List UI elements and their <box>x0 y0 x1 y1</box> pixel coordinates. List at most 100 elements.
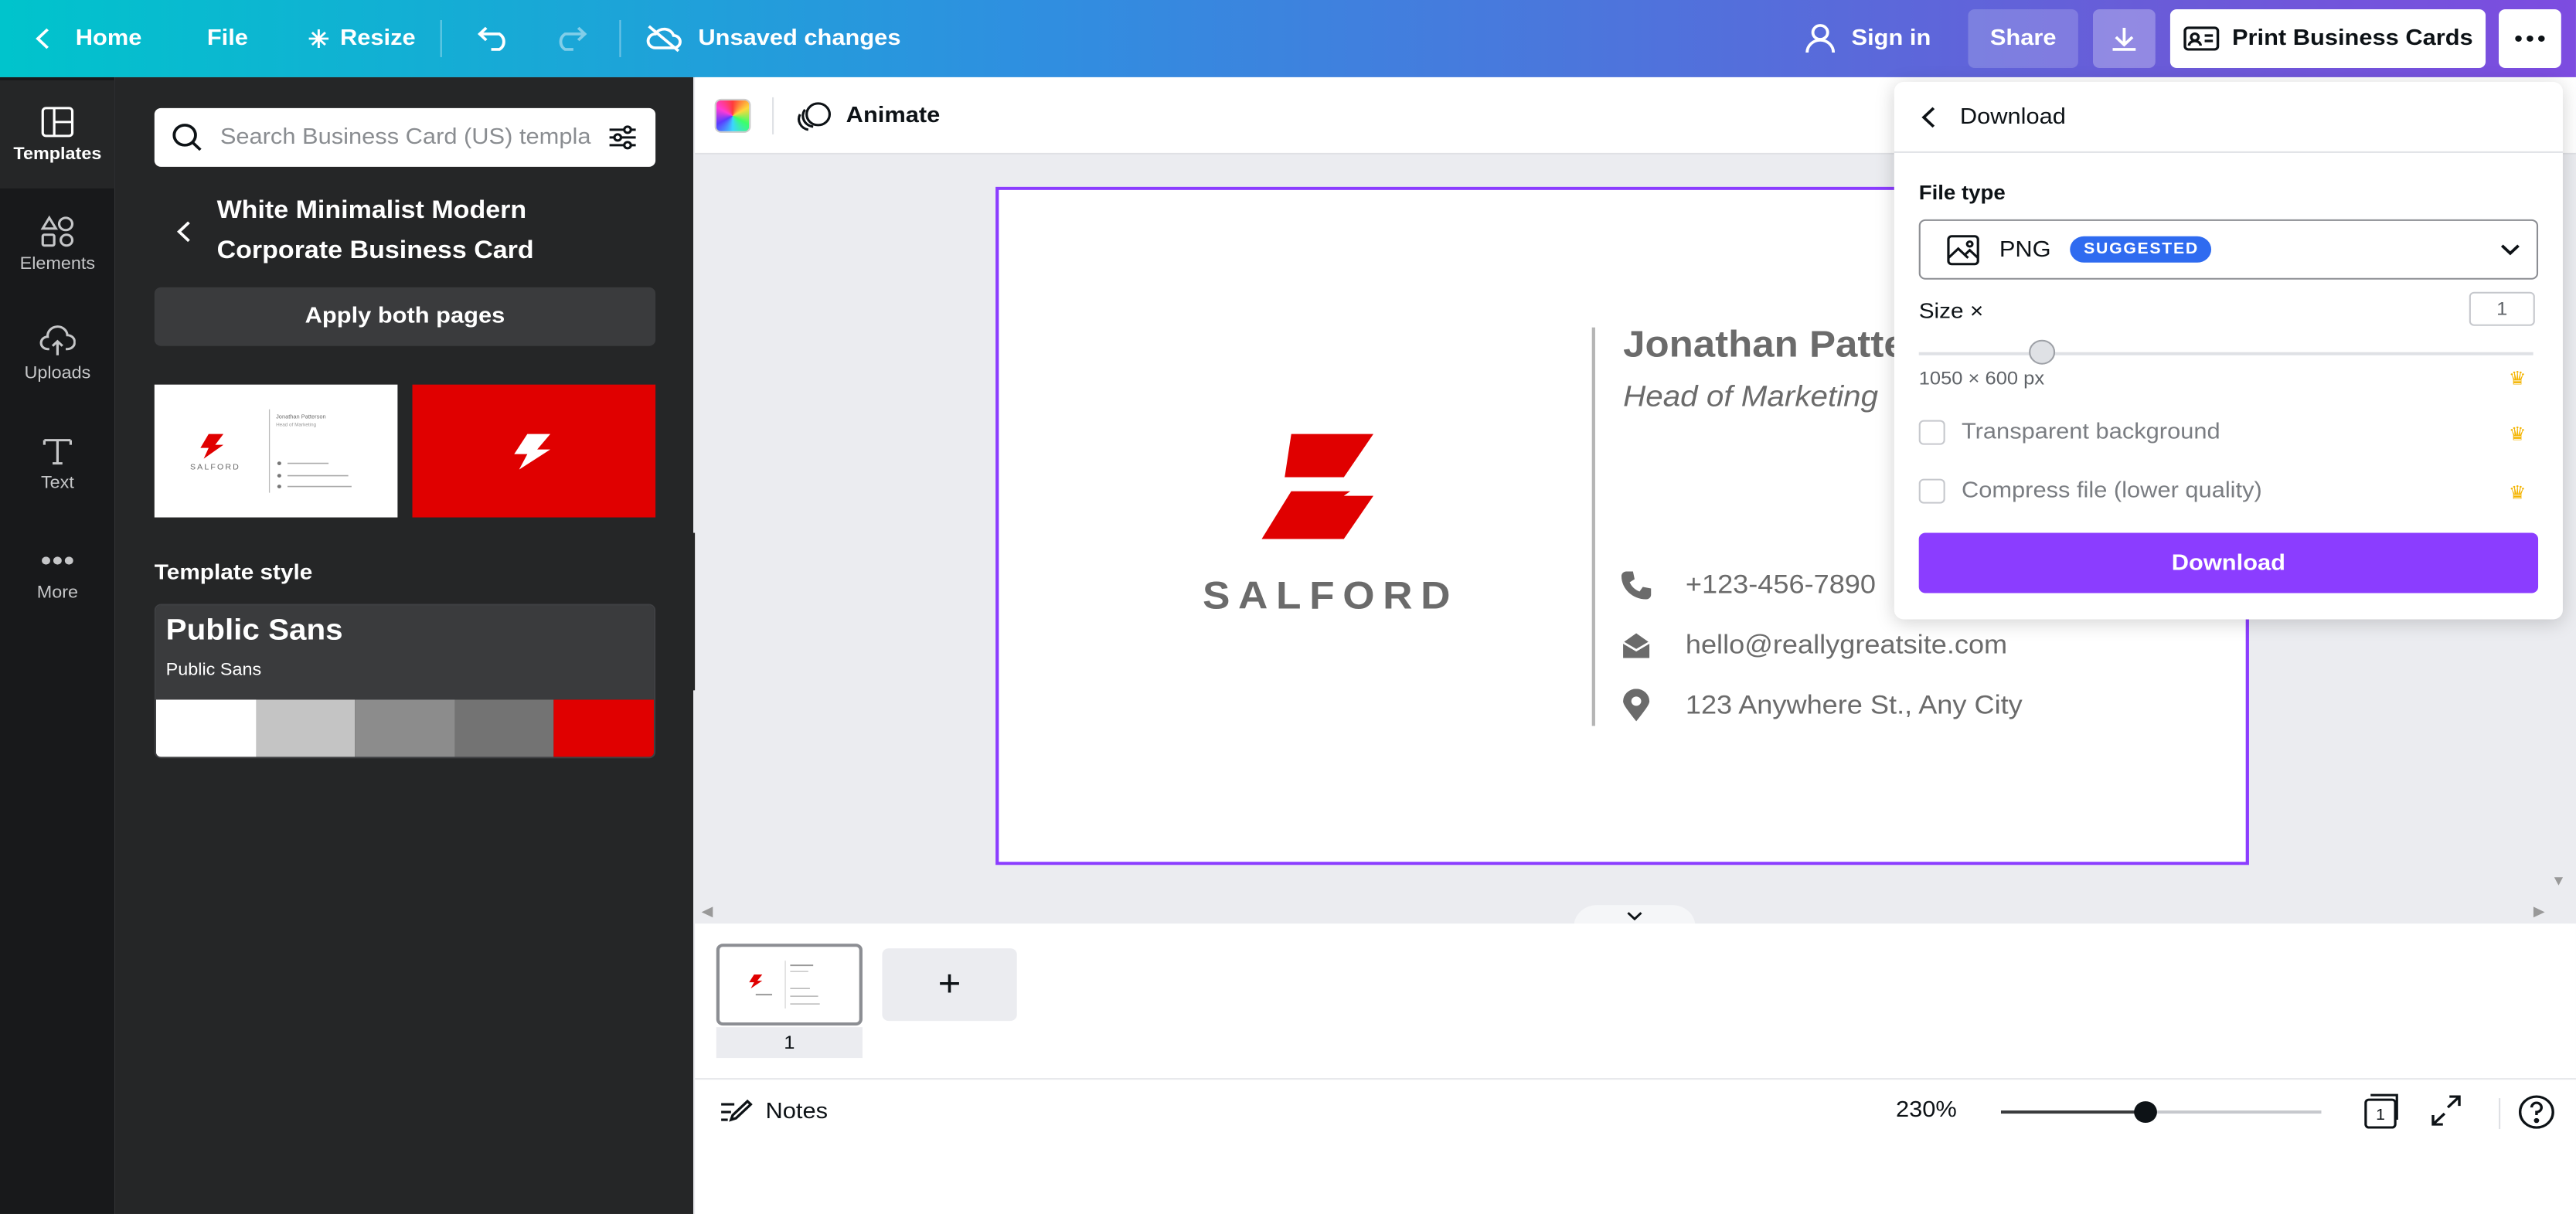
size-label: Size × <box>1918 298 1984 323</box>
template-header: White Minimalist Modern Corporate Busine… <box>155 189 655 275</box>
sparkle-icon <box>308 29 329 48</box>
home-button[interactable]: Home <box>33 0 142 77</box>
rail-elements[interactable]: Elements <box>0 190 115 298</box>
transparent-background-checkbox[interactable] <box>1918 420 1945 445</box>
save-status[interactable]: Unsaved changes <box>645 0 900 77</box>
color-palette <box>155 699 654 757</box>
card-role[interactable]: Head of Marketing <box>1623 382 1878 416</box>
compress-file-option[interactable]: Compress file (lower quality) <box>1918 478 2262 504</box>
page-count-button[interactable]: 1 <box>2360 1090 2400 1138</box>
page-number: 1 <box>716 1027 863 1059</box>
file-type-value: PNG <box>1999 236 2051 262</box>
user-icon <box>1805 24 1836 53</box>
zoom-slider-fill <box>2000 1110 2146 1114</box>
cloud-off-icon <box>646 25 682 53</box>
page-thumbnail[interactable] <box>716 944 863 1026</box>
share-label: Share <box>1989 26 2057 51</box>
chevron-down-icon <box>2500 243 2520 255</box>
more-options-button[interactable] <box>2499 9 2561 68</box>
color-swatch[interactable] <box>155 699 256 757</box>
location-pin-icon <box>1623 689 1650 722</box>
transparent-background-option[interactable]: Transparent background <box>1918 420 2220 445</box>
sign-in-button[interactable]: Sign in <box>1805 0 1931 77</box>
print-business-cards-button[interactable]: Print Business Cards <box>2169 9 2486 68</box>
rail-templates[interactable]: Templates <box>0 80 115 189</box>
template-search[interactable]: Search Business Card (US) templa <box>154 107 656 167</box>
more-icon <box>42 556 73 565</box>
color-swatch[interactable] <box>355 699 455 757</box>
contact-address[interactable]: 123 Anywhere St., Any City <box>1620 689 2023 723</box>
apply-both-pages-button[interactable]: Apply both pages <box>154 287 656 346</box>
notes-icon <box>721 1099 753 1122</box>
mail-icon <box>1622 633 1650 658</box>
salford-logo-icon[interactable] <box>1258 433 1376 541</box>
style-subheading: Public Sans <box>165 661 262 680</box>
file-menu[interactable]: File <box>207 0 248 77</box>
top-bar: Home File Resize Unsaved changes Sign in… <box>0 0 2576 77</box>
download-toolbar-button[interactable] <box>2093 9 2156 68</box>
resize-button[interactable]: Resize <box>307 0 416 77</box>
scroll-left-icon[interactable]: ◀ <box>702 903 713 920</box>
contact-phone[interactable]: +123-456-7890 <box>1620 570 1876 601</box>
zoom-percentage[interactable]: 230% <box>1896 1098 1957 1123</box>
redo-button[interactable] <box>552 0 588 77</box>
size-slider[interactable] <box>1918 352 2533 355</box>
template-style-label: Template style <box>154 559 313 584</box>
apply-label: Apply both pages <box>305 304 505 329</box>
add-page-button[interactable]: + <box>882 948 1017 1022</box>
filter-icon[interactable] <box>606 122 639 153</box>
address-text: 123 Anywhere St., Any City <box>1685 690 2023 720</box>
compress-file-checkbox[interactable] <box>1918 478 1945 504</box>
text-icon <box>43 439 72 465</box>
rail-label: Elements <box>19 254 96 274</box>
uploads-icon <box>39 325 76 355</box>
scroll-right-icon[interactable]: ▶ <box>2533 903 2545 920</box>
image-icon <box>1947 234 1979 265</box>
file-type-select[interactable]: PNG SUGGESTED <box>1918 219 2539 280</box>
page-preview <box>749 961 820 1009</box>
download-icon <box>2112 27 2136 51</box>
back-icon[interactable] <box>1921 104 1937 129</box>
download-popover: Download File type PNG SUGGESTED Size × … <box>1894 81 2563 620</box>
scroll-down-icon[interactable]: ▼ <box>2551 872 2566 888</box>
print-label: Print Business Cards <box>2231 26 2473 51</box>
style-preview: Public Sans Public Sans <box>155 605 654 700</box>
rail-text[interactable]: Text <box>0 410 115 518</box>
rail-more[interactable]: More <box>0 519 115 627</box>
color-picker-icon[interactable] <box>714 98 751 133</box>
fullscreen-button[interactable] <box>2428 1090 2465 1138</box>
back-icon[interactable] <box>174 219 194 244</box>
chevron-down-icon <box>1627 912 1642 921</box>
color-swatch[interactable] <box>255 699 356 757</box>
color-swatch[interactable] <box>554 699 654 757</box>
template-title: White Minimalist Modern Corporate Busine… <box>216 197 534 264</box>
zoom-slider-handle[interactable] <box>2133 1101 2157 1124</box>
search-input[interactable]: Search Business Card (US) templa <box>220 125 607 150</box>
divider <box>619 19 621 57</box>
share-button[interactable]: Share <box>1968 9 2078 68</box>
contact-email[interactable]: hello@reallygreatsite.com <box>1620 630 2007 661</box>
brand-name[interactable]: SALFORD <box>1203 575 1451 620</box>
size-input[interactable]: 1 <box>2469 291 2535 326</box>
notes-button[interactable]: Notes <box>720 1093 828 1131</box>
divider <box>772 97 774 134</box>
template-style-card[interactable]: Public Sans Public Sans <box>154 604 656 759</box>
card-name[interactable]: Jonathan Patterson <box>1623 325 1902 368</box>
rail-label: Uploads <box>24 364 91 383</box>
undo-button[interactable] <box>476 0 512 77</box>
size-slider-handle[interactable] <box>2028 339 2055 365</box>
search-icon <box>172 124 202 151</box>
divider <box>440 19 442 57</box>
template-page-front-thumbnail[interactable]: SALFORD Jonathan Patterson Head of Marke… <box>154 384 398 518</box>
download-button[interactable]: Download <box>1918 532 2539 593</box>
rail-label: Text <box>40 474 74 493</box>
templates-icon <box>41 107 74 138</box>
rail-label: More <box>36 583 79 603</box>
rail-uploads[interactable]: Uploads <box>0 300 115 408</box>
card-divider-line[interactable] <box>1591 327 1595 726</box>
color-swatch[interactable] <box>454 699 555 757</box>
animate-button[interactable]: Animate <box>797 77 940 155</box>
help-button[interactable] <box>2516 1093 2556 1138</box>
ellipsis-icon <box>2515 35 2545 42</box>
template-page-back-thumbnail[interactable] <box>412 384 656 518</box>
